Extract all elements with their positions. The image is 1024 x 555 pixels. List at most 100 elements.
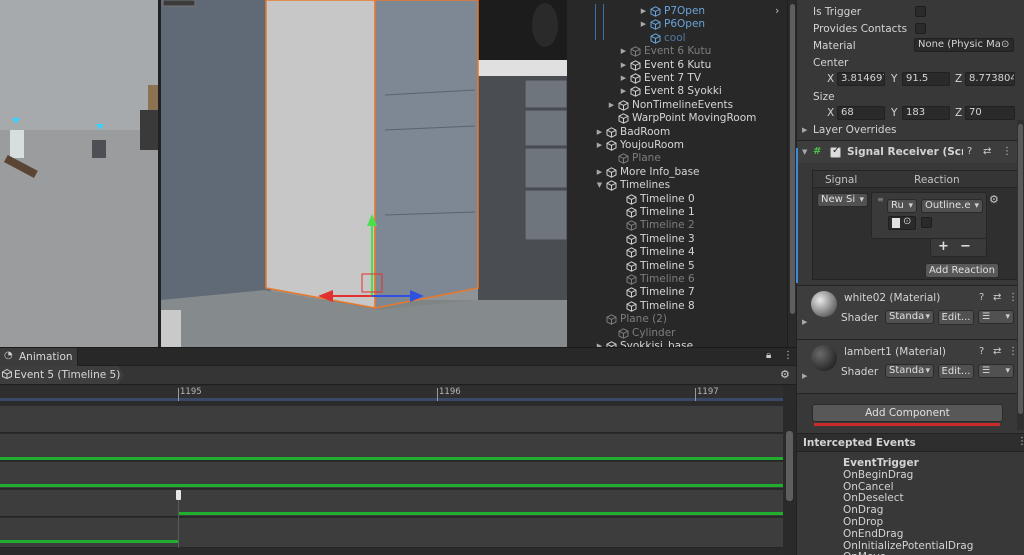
hierarchy-item[interactable]: ▶ Event 6 Kutu [619, 59, 711, 72]
gear-icon[interactable]: ⚙ [780, 368, 790, 381]
hierarchy-item[interactable]: Timeline 3 [615, 233, 695, 246]
hierarchy-item[interactable]: ▶ BadRoom [595, 126, 670, 139]
expanded-arrow-icon[interactable]: ▼ [595, 179, 604, 192]
shader-list-dropdown[interactable]: ☰ [978, 310, 1014, 324]
presets-icon[interactable]: ⇄ [983, 146, 991, 157]
hierarchy-item[interactable]: ▶ P6Open [639, 18, 705, 31]
shader-dropdown[interactable]: Standa [885, 310, 934, 324]
target-object-field[interactable]: ⊙ [888, 216, 916, 230]
signal-receiver-enabled-checkbox[interactable]: ✓ [830, 145, 841, 158]
hierarchy-panel[interactable]: ▶ P7Open ▶ P6Open cool ▶ Event 6 Kutu ▶ Event 6 … [567, 0, 796, 347]
size-y-field[interactable]: 183 [902, 106, 950, 120]
center-x-field[interactable]: 3.814697 [837, 72, 885, 86]
hierarchy-item[interactable]: cool [639, 32, 686, 45]
edit-shader-button[interactable]: Edit... [938, 364, 974, 379]
layer-overrides-arrow-icon[interactable]: ▶ [802, 126, 807, 134]
hierarchy-item[interactable]: ▶ Syokkisi_base [595, 340, 693, 347]
add-reaction-plus-button[interactable]: + [938, 239, 949, 254]
add-reaction-button[interactable]: Add Reaction [925, 263, 999, 278]
help-icon[interactable]: ? [967, 146, 972, 157]
animation-track[interactable] [0, 462, 783, 489]
object-picker-icon[interactable]: ⊙ [1001, 39, 1009, 50]
center-y-field[interactable]: 91.5 [902, 72, 950, 86]
animation-track[interactable] [0, 434, 783, 461]
object-picker-icon[interactable]: ⊙ [903, 216, 911, 227]
function-dropdown[interactable]: Outline.e [921, 199, 983, 213]
signal-asset-dropdown[interactable]: New Si [817, 193, 868, 207]
presets-icon[interactable]: ⇄ [993, 346, 1001, 357]
gear-icon[interactable]: ⚙ [989, 193, 999, 206]
context-menu-icon[interactable]: ⋮ [1002, 146, 1012, 157]
animation-track[interactable] [0, 406, 783, 433]
drag-handle-icon[interactable]: ≡ [877, 195, 884, 204]
chevron-right-icon[interactable]: › [775, 4, 779, 17]
collapsed-arrow-icon[interactable]: ▶ [619, 72, 628, 85]
size-z-field[interactable]: 70 [965, 106, 1015, 120]
collapsed-arrow-icon[interactable]: ▶ [619, 59, 628, 72]
hierarchy-item[interactable]: Timeline 2 [615, 219, 695, 232]
is-trigger-checkbox[interactable] [915, 6, 926, 17]
add-component-button[interactable]: Add Component [812, 404, 1003, 422]
edit-shader-button[interactable]: Edit... [938, 310, 974, 325]
inspector-scroll-thumb[interactable] [1018, 124, 1023, 414]
collapsed-arrow-icon[interactable]: ▶ [639, 5, 648, 18]
collapsed-arrow-icon[interactable]: ▶ [595, 340, 604, 347]
collapsed-arrow-icon[interactable]: ▶ [595, 166, 604, 179]
help-icon[interactable]: ? [979, 292, 984, 303]
timeline-ruler[interactable]: 1195 1196 1197 [0, 386, 783, 401]
keyframe-marker[interactable] [176, 490, 181, 500]
scene-view[interactable] [0, 0, 567, 347]
hierarchy-item[interactable]: ▶ Event 6 Kutu [619, 45, 711, 58]
shader-list-dropdown[interactable]: ☰ [978, 364, 1014, 378]
shader-dropdown[interactable]: Standa [885, 364, 934, 378]
hierarchy-item[interactable]: ▶ NonTimelineEvents [607, 99, 733, 112]
collapse-arrow-icon[interactable]: ▼ [802, 148, 807, 156]
expand-arrow-icon[interactable]: ▶ [802, 372, 807, 380]
hierarchy-item[interactable]: Plane (2) [595, 313, 667, 326]
remove-reaction-minus-button[interactable]: − [960, 239, 971, 254]
layer-overrides-foldout[interactable]: Layer Overrides [813, 124, 897, 136]
hierarchy-item[interactable]: Timeline 0 [615, 193, 695, 206]
hierarchy-item[interactable]: Plane [607, 152, 661, 165]
collapsed-arrow-icon[interactable]: ▶ [607, 99, 616, 112]
lock-icon[interactable]: 🔒︎ [766, 350, 771, 361]
hierarchy-item[interactable]: ▶ More Info_base [595, 166, 700, 179]
hierarchy-item[interactable]: WarpPoint MovingRoom [607, 112, 756, 125]
hierarchy-item[interactable]: ▼ Timelines [595, 179, 670, 192]
material-field[interactable]: None (Physic Ma [914, 38, 1014, 52]
animation-tab[interactable]: ◔ Animation [0, 348, 78, 366]
center-z-field[interactable]: 8.773804 [965, 72, 1015, 86]
hierarchy-item[interactable]: Timeline 4 [615, 246, 695, 259]
inspector-scrollbar[interactable] [1017, 120, 1024, 430]
hierarchy-item[interactable]: Cylinder [607, 327, 675, 340]
hierarchy-item[interactable]: Timeline 7 [615, 286, 695, 299]
presets-icon[interactable]: ⇄ [993, 292, 1001, 303]
hierarchy-scrollbar[interactable] [787, 0, 796, 347]
animation-track[interactable] [0, 490, 783, 517]
hierarchy-scroll-thumb[interactable] [790, 4, 795, 314]
hierarchy-item[interactable]: ▶ YoujouRoom [595, 139, 684, 152]
runtime-mode-dropdown[interactable]: Ru [887, 199, 917, 213]
collapsed-arrow-icon[interactable]: ▶ [595, 126, 604, 139]
expand-arrow-icon[interactable]: ▶ [802, 318, 807, 326]
hierarchy-item[interactable]: ▶ P7Open [639, 5, 705, 18]
collapsed-arrow-icon[interactable]: ▶ [595, 139, 604, 152]
hierarchy-item[interactable]: ▶ Event 8 Syokki [619, 85, 722, 98]
animation-scroll-thumb[interactable] [786, 431, 793, 501]
help-icon[interactable]: ? [979, 346, 984, 357]
context-menu-icon[interactable]: ⋮ [783, 350, 793, 361]
animation-track[interactable] [0, 518, 783, 548]
hierarchy-item[interactable]: Timeline 6 [615, 273, 695, 286]
hierarchy-item[interactable]: Timeline 1 [615, 206, 695, 219]
animation-scrollbar[interactable] [784, 401, 796, 555]
hierarchy-item[interactable]: ▶ Event 7 TV [619, 72, 701, 85]
hierarchy-item[interactable]: Timeline 8 [615, 300, 695, 313]
collapsed-arrow-icon[interactable]: ▶ [619, 45, 628, 58]
collapsed-arrow-icon[interactable]: ▶ [639, 18, 648, 31]
event-argument-checkbox[interactable] [921, 217, 932, 228]
hierarchy-item[interactable]: Timeline 5 [615, 260, 695, 273]
context-menu-icon[interactable]: ⋮ [1017, 436, 1024, 447]
collapsed-arrow-icon[interactable]: ▶ [619, 85, 628, 98]
size-x-field[interactable]: 68 [837, 106, 885, 120]
provides-contacts-checkbox[interactable] [915, 23, 926, 34]
